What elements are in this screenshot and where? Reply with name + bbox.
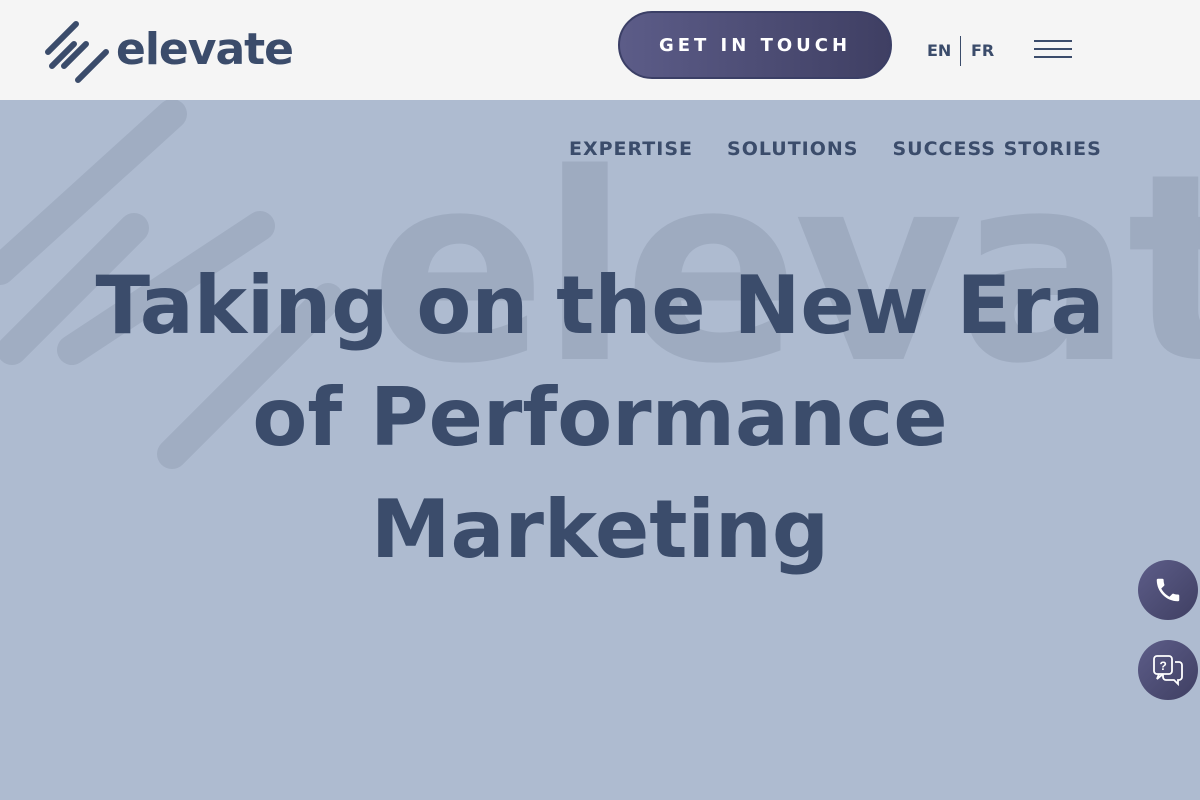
help-chat-button[interactable]: ?	[1138, 640, 1198, 700]
nav-item-solutions[interactable]: SOLUTIONS	[727, 138, 858, 160]
hero-section: elevate EXPERTISE SOLUTIONS SUCCESS STOR…	[0, 100, 1200, 800]
headline-line-2: of Performance	[252, 371, 948, 464]
main-nav: EXPERTISE SOLUTIONS SUCCESS STORIES	[569, 138, 1102, 160]
language-divider	[960, 36, 961, 66]
svg-text:?: ?	[1160, 659, 1167, 673]
headline-line-1: Taking on the New Era	[95, 259, 1105, 352]
language-fr-link[interactable]: FR	[971, 41, 994, 60]
phone-button[interactable]	[1138, 560, 1198, 620]
site-header: elevate GET IN TOUCH EN FR	[0, 0, 1200, 100]
logo[interactable]: elevate	[44, 18, 294, 90]
nav-item-success-stories[interactable]: SUCCESS STORIES	[892, 138, 1101, 160]
phone-icon	[1156, 578, 1180, 602]
hamburger-icon[interactable]	[1034, 40, 1072, 60]
headline-line-3: Marketing	[370, 483, 830, 576]
get-in-touch-button[interactable]: GET IN TOUCH	[618, 11, 892, 79]
help-chat-icon: ?	[1153, 655, 1183, 687]
hero-headline: Taking on the New Era of Performance Mar…	[0, 250, 1200, 586]
language-en-link[interactable]: EN	[927, 41, 951, 60]
brand-name: elevate	[116, 24, 294, 75]
nav-item-expertise[interactable]: EXPERTISE	[569, 138, 693, 160]
stripes-icon	[45, 21, 109, 83]
